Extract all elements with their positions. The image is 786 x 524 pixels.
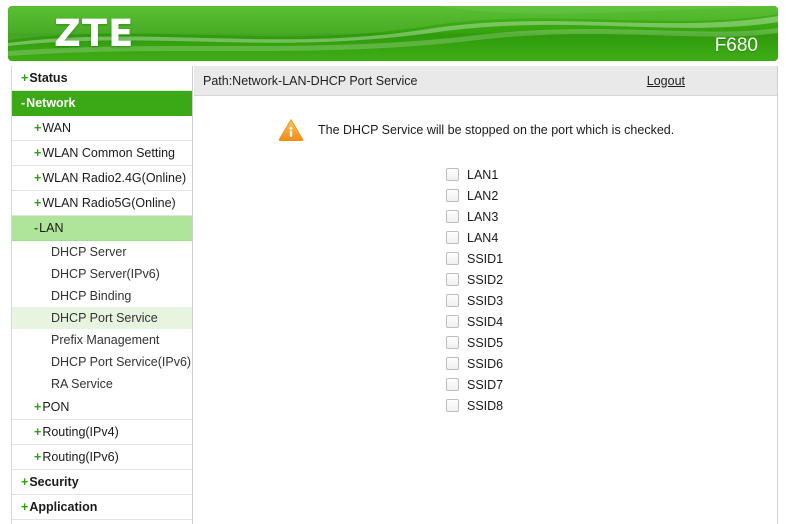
logout-link[interactable]: Logout xyxy=(647,74,685,88)
warning-message: The DHCP Service will be stopped on the … xyxy=(194,118,777,142)
sidebar-item-label: Prefix Management xyxy=(51,333,160,347)
checkbox-label: SSID8 xyxy=(467,398,504,413)
port-row: SSID3 xyxy=(446,290,777,311)
collapse-minus-icon: - xyxy=(34,221,39,235)
sidebar-item-label: Application xyxy=(29,500,98,514)
sidebar-item-dhcp-server[interactable]: DHCP Server xyxy=(12,241,192,263)
port-row: SSID2 xyxy=(446,269,777,290)
checkbox-lan3[interactable] xyxy=(446,210,459,223)
header-banner: ZTE F680 xyxy=(8,6,778,61)
sidebar-item-label: DHCP Server(IPv6) xyxy=(51,267,160,281)
expand-plus-icon: + xyxy=(21,71,29,85)
path-bar: Path:Network-LAN-DHCP Port Service Logou… xyxy=(194,66,777,96)
checkbox-label: LAN1 xyxy=(467,167,499,182)
expand-plus-icon: + xyxy=(34,121,42,135)
checkbox-ssid2[interactable] xyxy=(446,273,459,286)
port-row: LAN3 xyxy=(446,206,777,227)
sidebar-item-dhcp-binding[interactable]: DHCP Binding xyxy=(12,285,192,307)
sidebar-item-label: WAN xyxy=(42,121,72,135)
port-row: SSID5 xyxy=(446,332,777,353)
sidebar-item-ra-service[interactable]: RA Service xyxy=(12,373,192,395)
main-content: Path:Network-LAN-DHCP Port Service Logou… xyxy=(194,66,778,524)
port-row: SSID6 xyxy=(446,353,777,374)
sidebar-item-label: RA Service xyxy=(51,377,113,391)
sidebar-item-status[interactable]: +Status xyxy=(12,66,192,91)
breadcrumb: Path:Network-LAN-DHCP Port Service xyxy=(203,73,418,88)
sidebar-item-security[interactable]: +Security xyxy=(12,470,192,495)
sidebar-item-wlan-radio2-4g-online[interactable]: +WLAN Radio2.4G(Online) xyxy=(12,166,192,191)
expand-plus-icon: + xyxy=(34,425,42,439)
sidebar-item-label: Network xyxy=(26,96,76,110)
checkbox-label: SSID6 xyxy=(467,356,504,371)
sidebar-item-label: Routing(IPv4) xyxy=(42,425,119,439)
sidebar-item-label: WLAN Radio2.4G(Online) xyxy=(42,171,187,185)
sidebar-item-label: DHCP Port Service(IPv6) xyxy=(51,355,192,369)
sidebar-item-dhcp-port-service[interactable]: DHCP Port Service xyxy=(12,307,192,329)
checkbox-ssid1[interactable] xyxy=(446,252,459,265)
expand-plus-icon: + xyxy=(34,146,42,160)
checkbox-lan1[interactable] xyxy=(446,168,459,181)
port-row: SSID1 xyxy=(446,248,777,269)
expand-plus-icon: + xyxy=(34,450,42,464)
checkbox-lan4[interactable] xyxy=(446,231,459,244)
sidebar-item-label: DHCP Server xyxy=(51,245,127,259)
expand-plus-icon: + xyxy=(34,400,42,414)
sidebar-item-label: LAN xyxy=(39,221,64,235)
sidebar-item-label: Routing(IPv6) xyxy=(42,450,119,464)
expand-plus-icon: + xyxy=(34,196,42,210)
sidebar-item-label: WLAN Common Setting xyxy=(42,146,175,160)
sidebar-item-label: WLAN Radio5G(Online) xyxy=(42,196,176,210)
checkbox-ssid7[interactable] xyxy=(446,378,459,391)
warning-triangle-icon xyxy=(278,118,304,142)
expand-plus-icon: + xyxy=(21,500,29,514)
checkbox-ssid5[interactable] xyxy=(446,336,459,349)
checkbox-label: LAN4 xyxy=(467,230,499,245)
sidebar-navigation: +Status -Network +WAN +WLAN Common Setting +… xyxy=(11,66,193,524)
sidebar-item-prefix-management[interactable]: Prefix Management xyxy=(12,329,192,351)
checkbox-label: SSID7 xyxy=(467,377,504,392)
checkbox-label: LAN2 xyxy=(467,188,499,203)
sidebar-item-dhcp-server-ipv6[interactable]: DHCP Server(IPv6) xyxy=(12,263,192,285)
sidebar-item-label: DHCP Port Service xyxy=(51,311,158,325)
expand-plus-icon: + xyxy=(21,475,29,489)
sidebar-item-network[interactable]: -Network xyxy=(12,91,192,116)
sidebar-item-application[interactable]: +Application xyxy=(12,495,192,520)
checkbox-ssid6[interactable] xyxy=(446,357,459,370)
port-row: SSID7 xyxy=(446,374,777,395)
collapse-minus-icon: - xyxy=(21,96,26,110)
port-row: LAN4 xyxy=(446,227,777,248)
sidebar-item-lan[interactable]: -LAN xyxy=(12,216,192,241)
checkbox-ssid3[interactable] xyxy=(446,294,459,307)
expand-plus-icon: + xyxy=(34,171,42,185)
port-row: LAN1 xyxy=(446,164,777,185)
sidebar-item-wlan-common-setting[interactable]: +WLAN Common Setting xyxy=(12,141,192,166)
device-model-label: F680 xyxy=(714,35,758,56)
sidebar-item-label: DHCP Binding xyxy=(51,289,132,303)
checkbox-label: SSID4 xyxy=(467,314,504,329)
sidebar-item-routing-ipv4[interactable]: +Routing(IPv4) xyxy=(12,420,192,445)
port-row: LAN2 xyxy=(446,185,777,206)
sidebar-item-dhcp-port-service-ipv6[interactable]: DHCP Port Service(IPv6) xyxy=(12,351,192,373)
checkbox-label: SSID5 xyxy=(467,335,504,350)
checkbox-label: SSID1 xyxy=(467,251,504,266)
port-checkbox-list: LAN1 LAN2 LAN3 LAN4 SSID1 SSID2 SSID3 SSID4 SSID… xyxy=(194,164,777,416)
sidebar-item-label: PON xyxy=(42,400,70,414)
checkbox-ssid4[interactable] xyxy=(446,315,459,328)
sidebar-item-pon[interactable]: +PON xyxy=(12,395,192,420)
checkbox-label: SSID3 xyxy=(467,293,504,308)
checkbox-ssid8[interactable] xyxy=(446,399,459,412)
port-row: SSID4 xyxy=(446,311,777,332)
sidebar-item-wlan-radio5g-online[interactable]: +WLAN Radio5G(Online) xyxy=(12,191,192,216)
warning-text: The DHCP Service will be stopped on the … xyxy=(318,123,675,137)
banner-gradient: ZTE F680 xyxy=(8,6,778,61)
checkbox-label: LAN3 xyxy=(467,209,499,224)
sidebar-item-label: Status xyxy=(29,71,68,85)
sidebar-item-routing-ipv6[interactable]: +Routing(IPv6) xyxy=(12,445,192,470)
port-row: SSID8 xyxy=(446,395,777,416)
checkbox-lan2[interactable] xyxy=(446,189,459,202)
checkbox-label: SSID2 xyxy=(467,272,504,287)
sidebar-item-label: Security xyxy=(29,475,79,489)
sidebar-item-wan[interactable]: +WAN xyxy=(12,116,192,141)
zte-logo: ZTE xyxy=(54,12,135,55)
